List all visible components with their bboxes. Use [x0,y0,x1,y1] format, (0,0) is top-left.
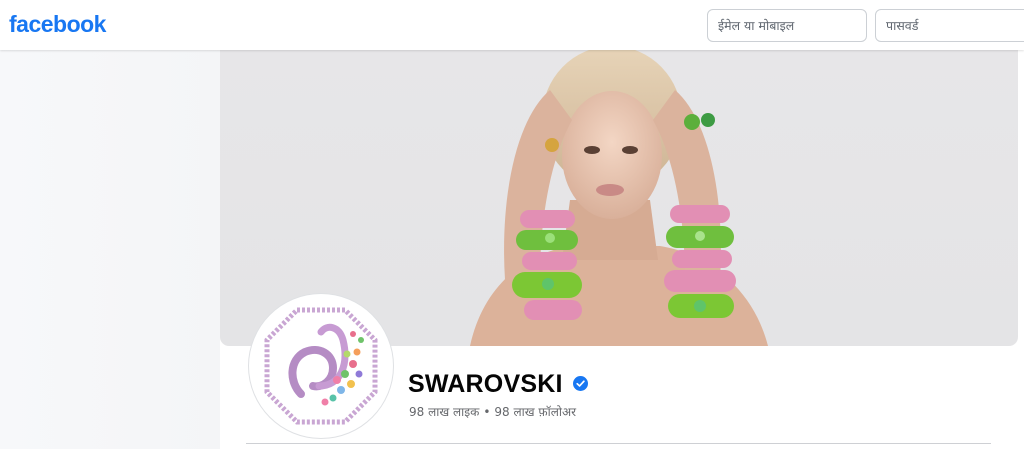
password-input[interactable] [875,9,1024,42]
verified-badge-icon [573,376,588,391]
top-navigation-bar: facebook [0,0,1024,50]
likes-count[interactable]: 98 लाख लाइक [409,405,479,419]
followers-count[interactable]: 98 लाख फ़ॉलोअर [494,405,576,419]
profile-divider [246,443,991,444]
email-or-mobile-input[interactable] [707,9,867,42]
stats-separator: • [483,405,491,419]
page-stats: 98 लाख लाइक • 98 लाख फ़ॉलोअर [409,403,576,420]
page-title: SWAROVSKI [408,370,563,398]
facebook-logo[interactable]: facebook [9,11,106,38]
swarovski-swan-logo-icon [251,296,391,436]
profile-picture[interactable] [249,294,393,438]
left-gutter [0,50,220,449]
